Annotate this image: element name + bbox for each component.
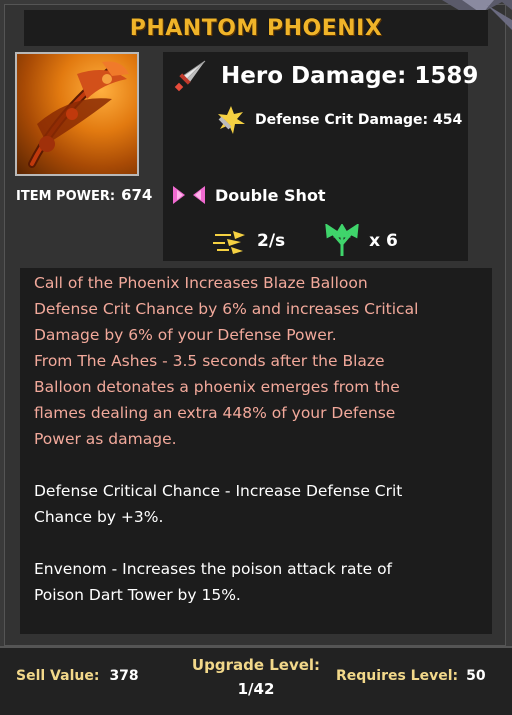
sell-value-amount: 378 [109, 668, 139, 684]
crit-burst-icon [218, 106, 245, 134]
required-level: Requires Level: 50 [336, 668, 486, 684]
attack-stats-row: 2/s x 6 [213, 224, 398, 258]
description-line: Chance by +3%. [34, 508, 164, 526]
description-line: From The Ashes - 3.5 seconds after the B… [34, 352, 385, 370]
description-panel: Call of the Phoenix Increases Blaze Ball… [20, 268, 492, 634]
speed-icon [213, 231, 245, 254]
sell-value: Sell Value: 378 [16, 668, 139, 684]
description-line: Balloon detonates a phoenix emerges from… [34, 378, 400, 396]
hero-damage-label: Hero Damage: [221, 63, 407, 89]
upgrade-level: Upgrade Level: 1/42 [180, 656, 332, 698]
description-line: Envenom - Increases the poison attack ra… [34, 560, 393, 578]
multi-arrow-icon [325, 224, 359, 256]
description-line: Power as damage. [34, 430, 177, 448]
required-level-label: Requires Level: [336, 668, 459, 684]
skill-row: Double Shot [171, 184, 326, 206]
upgrade-level-value: 1/42 [237, 680, 275, 698]
bonus-crit-chance-text: Defense Critical Chance - Increase Defen… [34, 478, 478, 530]
hero-damage-row: Hero Damage: 1589 [173, 58, 478, 94]
attack-rate: 2/s [257, 231, 286, 251]
item-power-value: 674 [121, 186, 153, 204]
special-ability-text: Call of the Phoenix Increases Blaze Ball… [34, 270, 478, 452]
upgrade-level-label: Upgrade Level: [191, 656, 321, 674]
title-bar: PHANTOM PHOENIX [24, 10, 488, 46]
description-line: Defense Critical Chance - Increase Defen… [34, 482, 403, 500]
item-power: ITEM POWER: 674 [16, 186, 152, 204]
item-title: PHANTOM PHOENIX [129, 15, 383, 41]
description-line: Poison Dart Tower by 15%. [34, 586, 241, 604]
double-shot-icon [173, 186, 205, 204]
sword-icon [174, 60, 206, 92]
bonus-envenom-text: Envenom - Increases the poison attack ra… [34, 556, 478, 608]
hero-damage-value: 1589 [414, 63, 479, 89]
required-level-value: 50 [466, 668, 486, 684]
stats-panel: Hero Damage: 1589 Defense Crit Damage: 4… [163, 52, 478, 261]
skill-name: Double Shot [215, 185, 326, 205]
phoenix-bow-icon [15, 52, 139, 176]
description-line: Damage by 6% of your Defense Power. [34, 326, 337, 344]
crit-damage-row: Defense Crit Damage: 454 [215, 104, 462, 136]
item-footer: Sell Value: 378 Upgrade Level: 1/42 Requi… [0, 646, 512, 715]
projectile-count: x 6 [369, 231, 398, 251]
description-line: Call of the Phoenix Increases Blaze Ball… [34, 274, 368, 292]
crit-damage-label: Defense Crit Damage: [255, 112, 429, 128]
item-power-label: ITEM POWER: [16, 189, 116, 204]
sell-value-label: Sell Value: [16, 668, 100, 684]
description-line: flames dealing an extra 448% of your Def… [34, 404, 396, 422]
description-line: Defense Crit Chance by 6% and increases … [34, 300, 419, 318]
crit-damage-value: 454 [433, 112, 463, 128]
